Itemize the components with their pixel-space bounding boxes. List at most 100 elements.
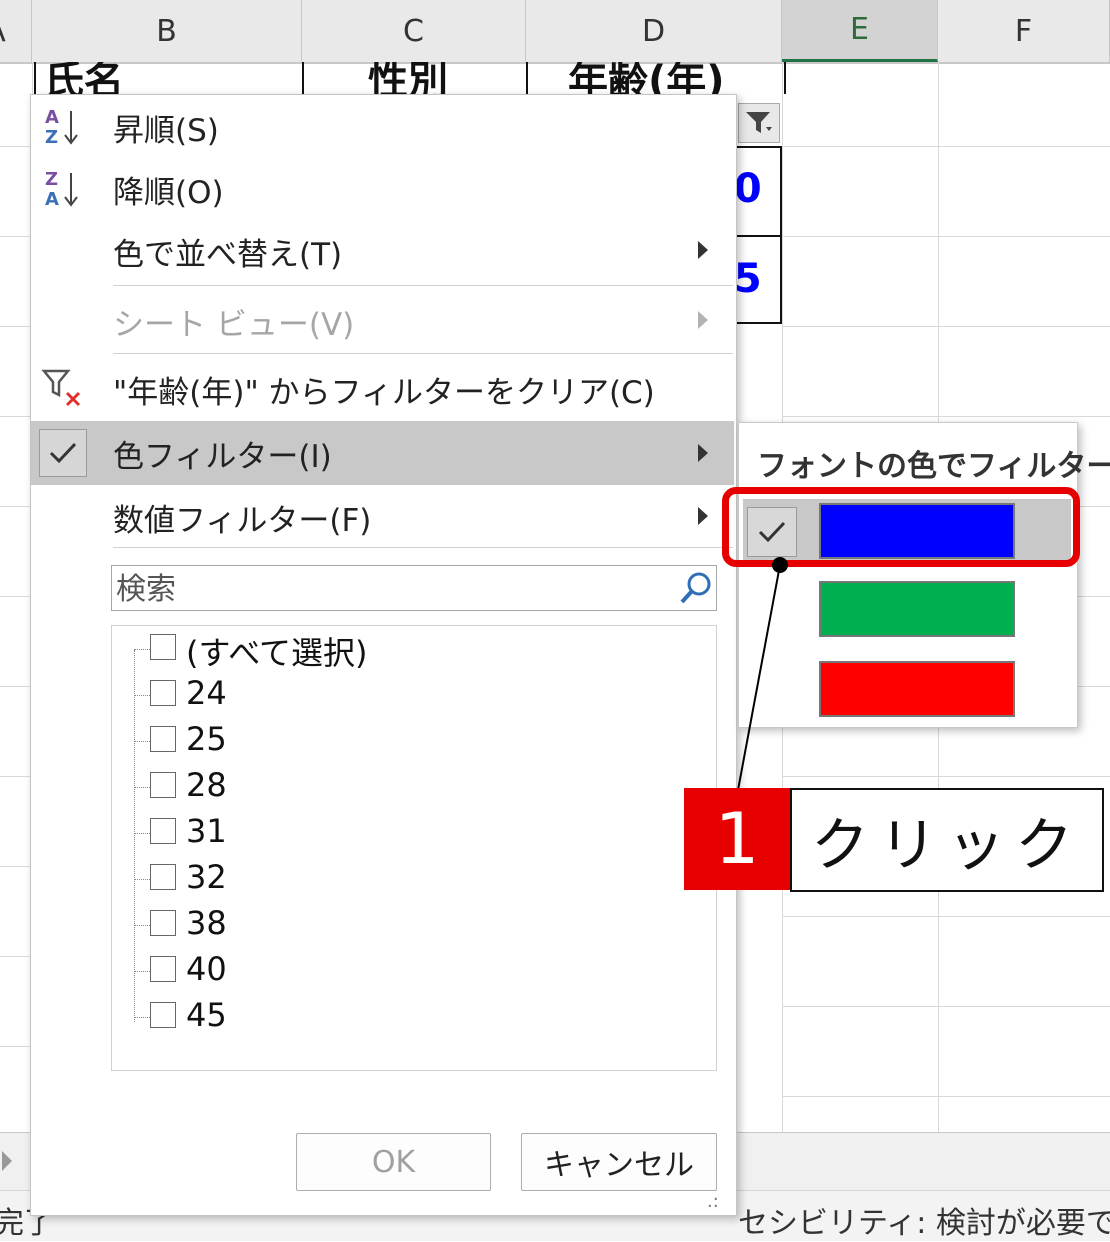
list-item[interactable]: 28	[134, 766, 694, 810]
grid-line	[782, 326, 1110, 327]
grid-line	[1076, 506, 1110, 507]
column-header-d[interactable]: D	[526, 0, 782, 62]
menu-item-number-filters[interactable]: 数値フィルター(F)	[31, 487, 734, 547]
menu-item-label: 色で並べ替え(T)	[113, 237, 343, 273]
grid-line	[782, 916, 1110, 917]
tree-line	[134, 1017, 150, 1018]
scroll-right-icon[interactable]	[2, 1151, 12, 1171]
tree-line	[134, 879, 150, 880]
column-header-bar: A B C D E F	[0, 0, 1110, 64]
list-item[interactable]: 31	[134, 812, 694, 856]
checkbox[interactable]	[150, 772, 176, 798]
list-item-select-all[interactable]: (すべて選択)	[134, 628, 694, 672]
column-label: E	[850, 12, 869, 47]
list-item[interactable]: 32	[134, 858, 694, 902]
checkbox[interactable]	[150, 910, 176, 936]
checkbox[interactable]	[150, 818, 176, 844]
menu-item-sort-ascending[interactable]: A Z 昇順(S)	[31, 97, 734, 157]
menu-item-label: 数値フィルター(F)	[113, 503, 372, 539]
submenu-arrow-icon	[698, 311, 708, 329]
sort-descending-icon: Z A	[45, 169, 78, 210]
list-item-label: 40	[186, 950, 227, 988]
column-label: C	[403, 13, 424, 49]
cancel-button[interactable]: キャンセル	[521, 1133, 717, 1191]
checkbox[interactable]	[150, 864, 176, 890]
search-input[interactable]	[114, 568, 678, 610]
callout-label: クリック	[790, 788, 1104, 892]
checkbox[interactable]	[150, 680, 176, 706]
checkbox[interactable]	[150, 956, 176, 982]
color-swatch-red[interactable]	[819, 661, 1015, 717]
sort-ascending-icon: A Z	[45, 107, 78, 148]
menu-item-label: 色フィルター(I)	[113, 439, 332, 475]
grid-line	[0, 776, 32, 777]
tree-line	[134, 649, 150, 650]
list-item-label: 25	[186, 720, 227, 758]
column-label: B	[156, 13, 177, 49]
grid-line	[0, 956, 32, 957]
column-header-a[interactable]: A	[0, 0, 32, 62]
column-header-b[interactable]: B	[32, 0, 302, 62]
grid-line	[1076, 686, 1110, 687]
column-header-c[interactable]: C	[302, 0, 526, 62]
menu-item-sort-by-color[interactable]: 色で並べ替え(T)	[31, 221, 734, 281]
tree-line	[134, 925, 150, 926]
menu-item-label: 降順(O)	[113, 175, 224, 211]
callout-leader-line	[737, 557, 788, 791]
tree-line	[134, 741, 150, 742]
menu-item-filter-by-color[interactable]: 色フィルター(I)	[31, 421, 734, 485]
column-label: F	[1014, 13, 1033, 49]
menu-separator	[113, 285, 733, 286]
search-icon[interactable]	[678, 570, 714, 606]
list-item[interactable]: 38	[134, 904, 694, 948]
grid-line	[0, 1046, 32, 1047]
grid-line	[0, 326, 32, 327]
ok-button[interactable]: OK	[296, 1133, 491, 1191]
grid-line	[782, 146, 1110, 147]
list-item-label: 24	[186, 674, 227, 712]
list-item[interactable]: 45	[134, 996, 694, 1040]
grid-line	[0, 236, 32, 237]
submenu-arrow-icon	[698, 507, 708, 525]
table-border	[734, 235, 782, 237]
svg-text:Z: Z	[45, 127, 58, 148]
status-accessibility-text[interactable]: セシビリティ: 検討が必要です	[738, 1198, 1110, 1242]
filter-dropdown-button[interactable]	[738, 103, 780, 143]
svg-text:A: A	[45, 189, 59, 210]
list-item-label: 38	[186, 904, 227, 942]
menu-item-clear-filter[interactable]: "年齢(年)" からフィルターをクリア(C)	[31, 359, 734, 419]
list-item-label: 28	[186, 766, 227, 804]
clear-filter-icon	[41, 369, 81, 407]
list-item[interactable]: 24	[134, 674, 694, 718]
checkbox[interactable]	[150, 726, 176, 752]
menu-item-sort-descending[interactable]: Z A 降順(O)	[31, 159, 734, 219]
resize-grip-icon[interactable]: .:	[707, 1191, 719, 1212]
list-item[interactable]: 25	[134, 720, 694, 764]
header-cell-name: 氏名	[34, 62, 302, 94]
list-item-label: 45	[186, 996, 227, 1034]
grid-line	[0, 416, 32, 417]
search-field[interactable]	[111, 565, 717, 611]
column-header-e[interactable]: E	[782, 0, 938, 62]
grid-line	[0, 506, 32, 507]
grid-line	[782, 1096, 1110, 1097]
tree-line	[134, 695, 150, 696]
column-header-f[interactable]: F	[938, 0, 1110, 62]
checkbox[interactable]	[150, 634, 176, 660]
menu-item-label: "年齢(年)" からフィルターをクリア(C)	[113, 375, 655, 411]
menu-separator	[113, 547, 733, 548]
list-item-label: 32	[186, 858, 227, 896]
grid-line	[782, 236, 1110, 237]
list-item[interactable]: 40	[134, 950, 694, 994]
submenu-arrow-icon	[698, 444, 708, 462]
svg-text:Z: Z	[45, 169, 58, 190]
header-cell-age: 年齢(年)	[526, 62, 786, 94]
checkbox[interactable]	[150, 1002, 176, 1028]
menu-separator	[113, 353, 733, 354]
list-item-label: (すべて選択)	[186, 634, 368, 672]
grid-line	[0, 596, 32, 597]
grid-line	[782, 416, 1110, 417]
column-label: A	[0, 14, 6, 49]
svg-text:A: A	[45, 107, 59, 128]
color-swatch-green[interactable]	[819, 581, 1015, 637]
